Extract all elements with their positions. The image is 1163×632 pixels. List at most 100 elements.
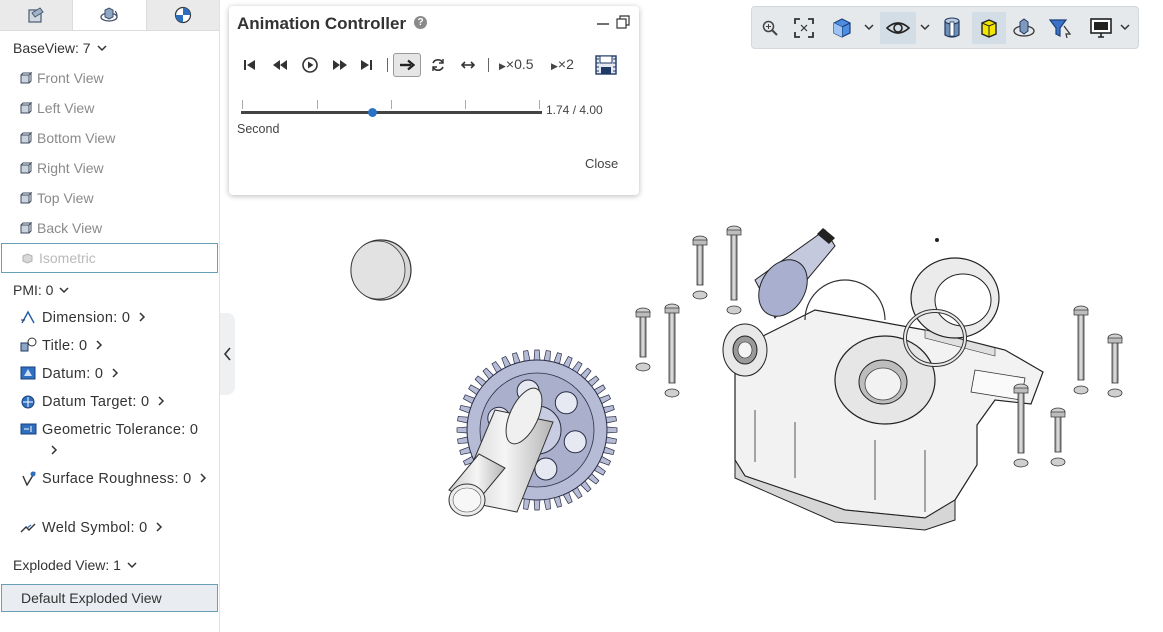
view-item[interactable]: Top View bbox=[0, 183, 219, 213]
baseview-label: BaseView: 7 bbox=[13, 40, 91, 56]
pmi-item-label: Datum Target: 0 bbox=[42, 394, 150, 410]
forward-direction-button[interactable] bbox=[393, 53, 421, 77]
chevron-down-icon[interactable] bbox=[920, 22, 930, 32]
filter-button[interactable] bbox=[1046, 12, 1074, 44]
3d-viewport[interactable] bbox=[235, 200, 1163, 632]
explode-button[interactable] bbox=[1010, 12, 1038, 44]
bolt[interactable] bbox=[1073, 305, 1089, 395]
chevron-right-icon bbox=[156, 522, 163, 532]
highlight-button[interactable] bbox=[972, 12, 1006, 44]
fast-forward-icon bbox=[333, 60, 347, 70]
pmi-item[interactable]: Surface Roughness: 0 bbox=[0, 466, 219, 515]
view-item-label: Right View bbox=[37, 160, 104, 176]
save-animation-button[interactable] bbox=[593, 52, 619, 78]
skip-to-start-button[interactable] bbox=[240, 54, 258, 76]
pmi-item[interactable]: Weld Symbol: 0 bbox=[0, 515, 219, 543]
datum-icon bbox=[20, 366, 36, 380]
step-forward-button[interactable] bbox=[330, 54, 350, 76]
chevron-right-icon bbox=[158, 396, 165, 406]
play-button[interactable] bbox=[300, 54, 320, 76]
animation-controller-panel: Animation Controller ? ▶×0.5 ▶×2 1.74 / … bbox=[229, 6, 639, 195]
skip-to-end-button[interactable] bbox=[358, 54, 376, 76]
fit-view-button[interactable] bbox=[790, 12, 818, 44]
view-cube-icon bbox=[20, 71, 32, 83]
default-exploded-view-item[interactable]: Default Exploded View bbox=[1, 584, 218, 612]
pmi-item[interactable]: Dimension: 0 bbox=[0, 305, 219, 333]
timeline-tick bbox=[317, 100, 318, 109]
pmi-item[interactable]: Geometric Tolerance: 0 bbox=[0, 417, 219, 466]
chevron-down-icon[interactable] bbox=[864, 22, 874, 32]
minimize-icon[interactable] bbox=[596, 16, 610, 30]
baseview-header[interactable]: BaseView: 7 bbox=[0, 33, 219, 63]
loop-button[interactable] bbox=[428, 54, 448, 76]
pmi-item-label: Surface Roughness: 0 bbox=[42, 471, 192, 487]
pmi-item[interactable]: Datum Target: 0 bbox=[0, 389, 219, 417]
separator bbox=[488, 58, 489, 72]
bearing-cover[interactable] bbox=[834, 335, 936, 425]
view-item-label: Top View bbox=[37, 190, 94, 206]
visibility-button[interactable] bbox=[880, 12, 916, 44]
section-button[interactable] bbox=[938, 12, 966, 44]
close-button[interactable]: Close bbox=[585, 156, 618, 171]
explode-icon bbox=[1013, 18, 1035, 37]
render-tab[interactable] bbox=[146, 0, 219, 30]
chevron-down-icon bbox=[59, 287, 69, 294]
speed-half-button[interactable]: ▶×0.5 bbox=[499, 56, 534, 72]
render-tab-icon bbox=[174, 6, 191, 24]
restore-window-icon[interactable] bbox=[616, 15, 630, 29]
view-item-label: Back View bbox=[37, 220, 103, 236]
loop-icon bbox=[432, 59, 444, 71]
view-item[interactable]: Back View bbox=[0, 213, 219, 243]
pmi-item-label: Weld Symbol: 0 bbox=[42, 520, 148, 536]
views-tab[interactable] bbox=[73, 0, 147, 30]
bolt[interactable] bbox=[1050, 407, 1066, 467]
cover-disc[interactable] bbox=[350, 239, 412, 301]
speed-double-button[interactable]: ▶×2 bbox=[551, 56, 574, 72]
zoom-button[interactable] bbox=[758, 12, 782, 44]
chevron-right-icon bbox=[96, 340, 103, 350]
bolt[interactable] bbox=[664, 303, 680, 398]
assembly-tab[interactable] bbox=[0, 0, 74, 30]
speed-half-label: ×0.5 bbox=[505, 56, 534, 72]
view-cube-icon bbox=[833, 18, 851, 38]
display-button[interactable] bbox=[1086, 12, 1116, 44]
view-item-label: Front View bbox=[37, 70, 104, 86]
timeline-slider-thumb[interactable] bbox=[367, 108, 377, 117]
exploded-label: Exploded View: 1 bbox=[13, 557, 121, 573]
pmi-header[interactable]: PMI: 0 bbox=[0, 275, 219, 305]
highlight-cube-icon bbox=[981, 19, 997, 38]
pmi-item[interactable]: Datum: 0 bbox=[0, 361, 219, 389]
view-cube-icon bbox=[20, 101, 32, 113]
chevron-down-icon[interactable] bbox=[1120, 22, 1130, 32]
ping-pong-button[interactable] bbox=[458, 54, 478, 76]
help-icon[interactable]: ? bbox=[414, 16, 427, 29]
exploded-header[interactable]: Exploded View: 1 bbox=[0, 550, 137, 580]
timeline-slider-track[interactable] bbox=[241, 111, 542, 114]
view-item[interactable]: Isometric bbox=[1, 243, 218, 273]
pmi-item-label: Geometric Tolerance: 0 bbox=[42, 422, 199, 438]
chevron-down-icon bbox=[127, 562, 137, 569]
collapse-panel-handle[interactable] bbox=[220, 313, 235, 395]
step-back-button[interactable] bbox=[270, 54, 290, 76]
gear-hole bbox=[563, 430, 587, 454]
bolt[interactable] bbox=[726, 225, 742, 315]
view-cube-icon bbox=[22, 252, 33, 264]
bolt[interactable] bbox=[635, 307, 651, 372]
bolt[interactable] bbox=[1107, 333, 1123, 398]
view-item[interactable]: Front View bbox=[0, 63, 219, 93]
default-exploded-view-label: Default Exploded View bbox=[21, 590, 162, 606]
view-cube-icon bbox=[20, 131, 32, 143]
pmi-list: Dimension: 0 Title: 0 Datum: 0 Datum Target… bbox=[0, 305, 219, 543]
view-item[interactable]: Left View bbox=[0, 93, 219, 123]
pmi-item[interactable]: Title: 0 bbox=[0, 333, 219, 361]
view-item[interactable]: Bottom View bbox=[0, 123, 219, 153]
view-item-label: Bottom View bbox=[37, 130, 116, 146]
speed-double-label: ×2 bbox=[557, 56, 574, 72]
view-item[interactable]: Right View bbox=[0, 153, 219, 183]
pmi-label: PMI: 0 bbox=[13, 282, 54, 298]
gear-shaft-part[interactable] bbox=[448, 349, 618, 517]
weld-symbol-icon bbox=[20, 523, 36, 533]
zoom-icon bbox=[762, 20, 778, 36]
bolt[interactable] bbox=[692, 235, 708, 300]
view-cube-button[interactable] bbox=[828, 12, 856, 44]
